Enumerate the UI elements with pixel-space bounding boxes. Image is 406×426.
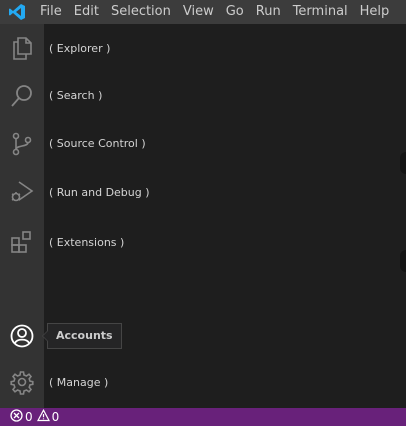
menu-bar: File Edit Selection View Go Run Terminal… xyxy=(0,0,406,24)
source-control-icon[interactable] xyxy=(0,122,44,166)
run-debug-label: ( Run and Debug ) xyxy=(49,186,150,199)
editor-edge-shape xyxy=(400,250,406,272)
error-count: 0 xyxy=(25,410,33,424)
menu-edit[interactable]: Edit xyxy=(68,0,105,24)
search-icon[interactable] xyxy=(0,74,44,118)
vscode-logo-icon xyxy=(0,0,34,24)
search-label: ( Search ) xyxy=(49,89,103,102)
warning-icon xyxy=(36,408,50,425)
menu-help[interactable]: Help xyxy=(354,0,396,24)
menu-go[interactable]: Go xyxy=(220,0,250,24)
editor-edge-shape xyxy=(400,152,406,174)
explorer-label: ( Explorer ) xyxy=(49,42,111,55)
menu-run[interactable]: Run xyxy=(250,0,287,24)
manage-label: ( Manage ) xyxy=(49,376,109,389)
account-icon[interactable] xyxy=(0,314,44,358)
run-debug-icon[interactable] xyxy=(0,170,44,214)
source-control-label: ( Source Control ) xyxy=(49,137,146,150)
warning-count: 0 xyxy=(51,410,60,424)
menu-view[interactable]: View xyxy=(177,0,220,24)
extensions-icon[interactable] xyxy=(0,220,44,264)
activity-bar xyxy=(0,24,44,408)
status-bar: 0 0 xyxy=(0,408,406,426)
gear-icon[interactable] xyxy=(0,360,44,404)
files-icon[interactable] xyxy=(0,26,44,70)
menu-terminal[interactable]: Terminal xyxy=(287,0,354,24)
problems-indicator[interactable]: 0 0 xyxy=(10,408,59,426)
menu-file[interactable]: File xyxy=(34,0,68,24)
accounts-tooltip: Accounts xyxy=(42,323,122,349)
error-icon xyxy=(10,409,23,425)
menu-selection[interactable]: Selection xyxy=(105,0,177,24)
extensions-label: ( Extensions ) xyxy=(49,236,125,249)
vscode-window: File Edit Selection View Go Run Terminal… xyxy=(0,0,406,426)
